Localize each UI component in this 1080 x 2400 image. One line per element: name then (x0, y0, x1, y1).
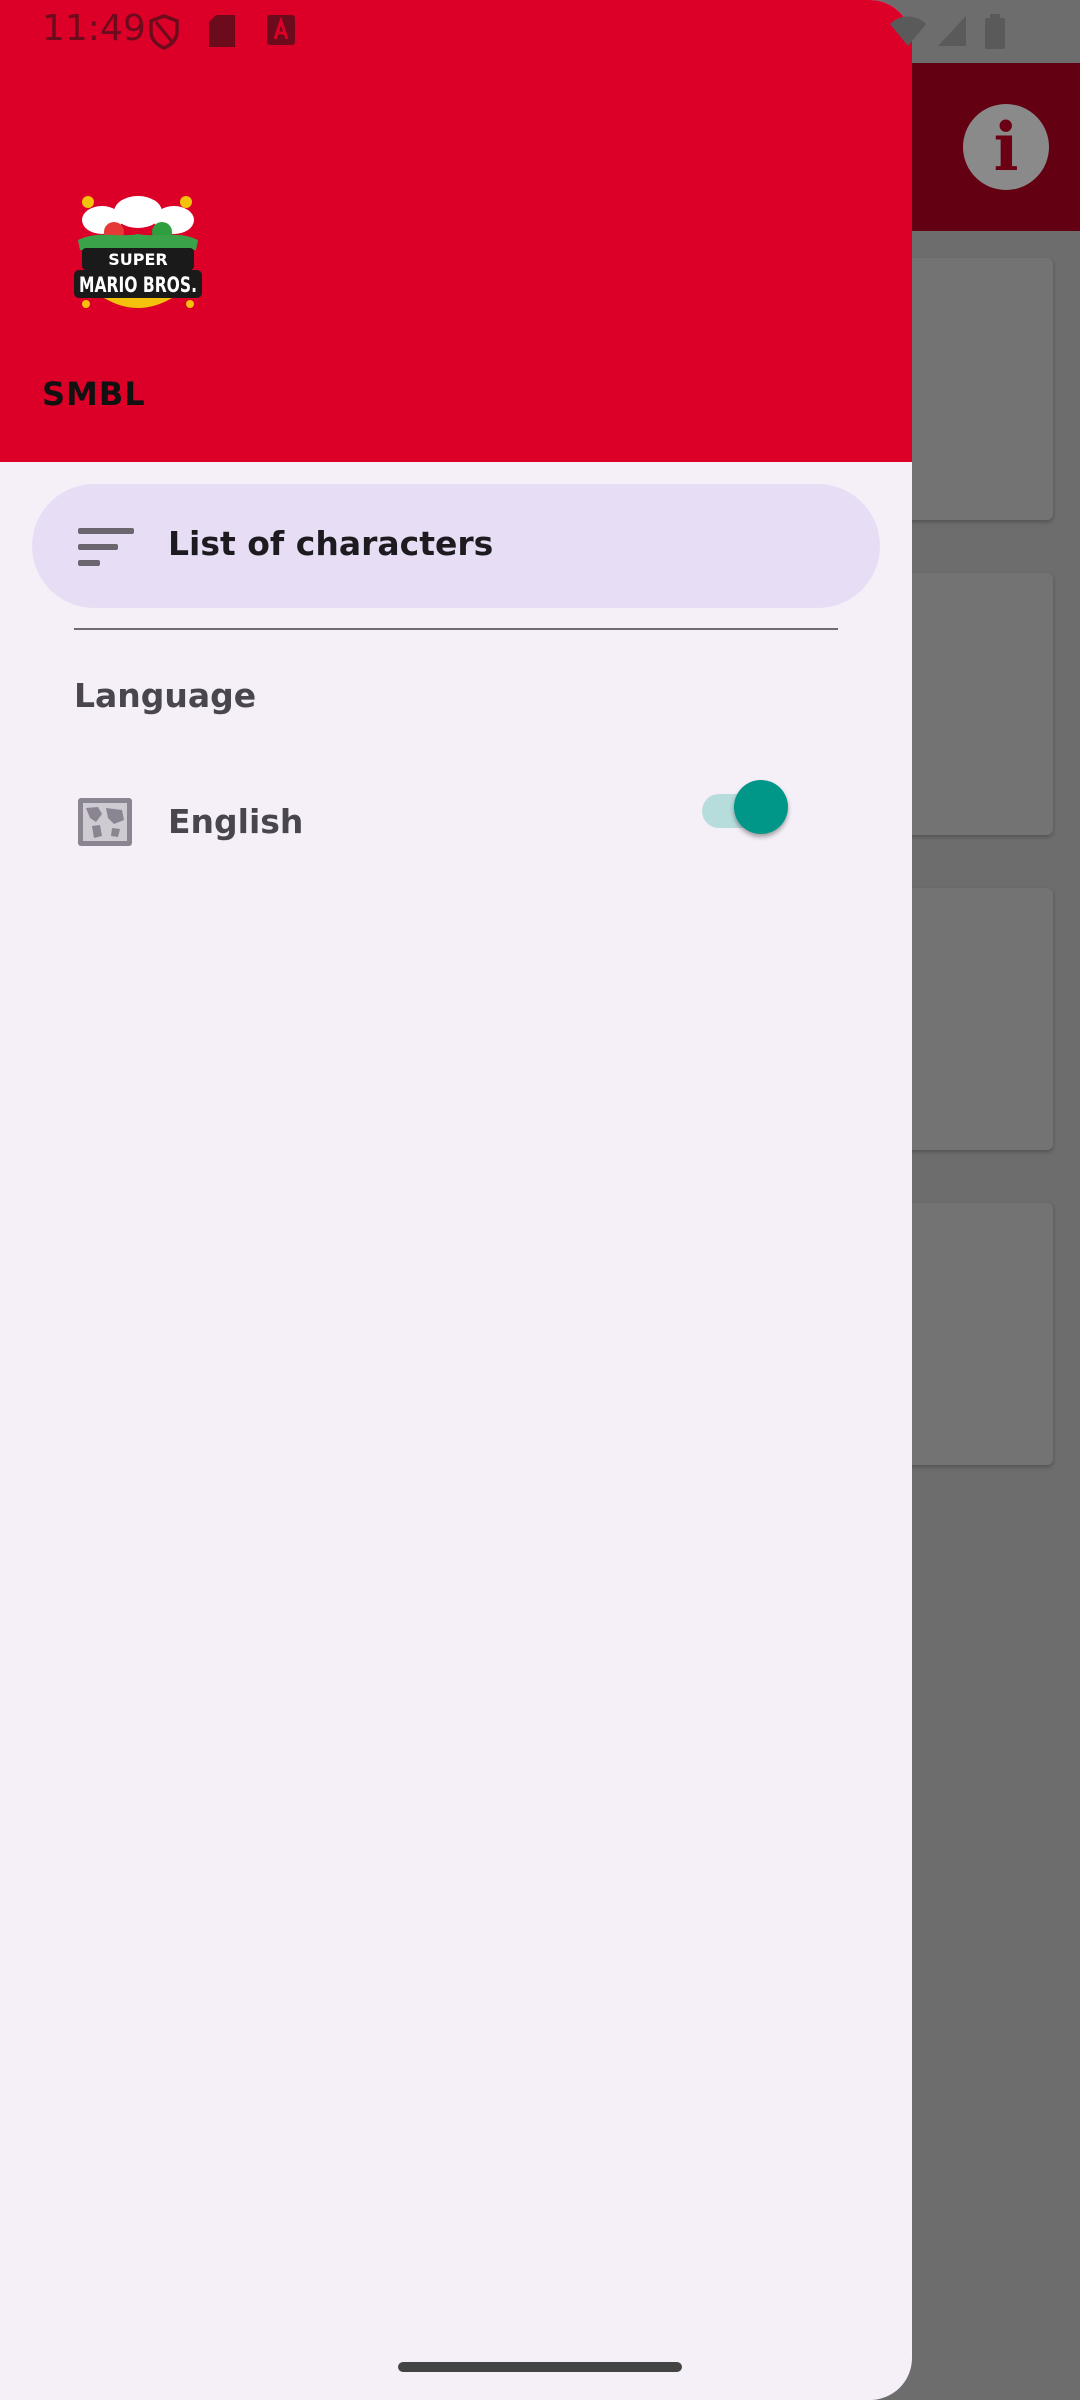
svg-text:SUPER: SUPER (108, 250, 168, 269)
home-indicator[interactable] (398, 2362, 682, 2372)
drawer-divider (74, 628, 838, 630)
switch-thumb (734, 780, 788, 834)
sort-list-icon (78, 528, 134, 566)
navigation-drawer: SUPER MARIO BROS. SMBL List of character… (0, 0, 912, 2400)
signal-icon (938, 16, 966, 46)
svg-text:MARIO BROS.: MARIO BROS. (79, 273, 197, 297)
sd-card-icon (209, 15, 235, 47)
info-button[interactable]: i (963, 104, 1049, 190)
shield-icon (149, 14, 179, 50)
language-label: English (168, 802, 304, 841)
super-mario-bros-logo: SUPER MARIO BROS. (74, 196, 202, 308)
world-map-icon (78, 798, 132, 846)
status-time: 11:49 (42, 8, 146, 49)
battery-icon (985, 14, 1005, 49)
drawer-header: SUPER MARIO BROS. SMBL (0, 0, 912, 462)
section-title-language: Language (74, 676, 257, 715)
language-row-english[interactable]: English (0, 780, 912, 864)
nav-item-label: List of characters (168, 524, 494, 563)
language-toggle-switch[interactable] (702, 780, 790, 836)
notification-a-icon (267, 15, 295, 45)
wifi-icon (890, 16, 926, 46)
info-icon: i (993, 108, 1019, 186)
status-bar: 11:49 (0, 0, 1080, 63)
nav-item-list-of-characters[interactable]: List of characters (32, 484, 880, 608)
app-name: SMBL (42, 375, 146, 413)
